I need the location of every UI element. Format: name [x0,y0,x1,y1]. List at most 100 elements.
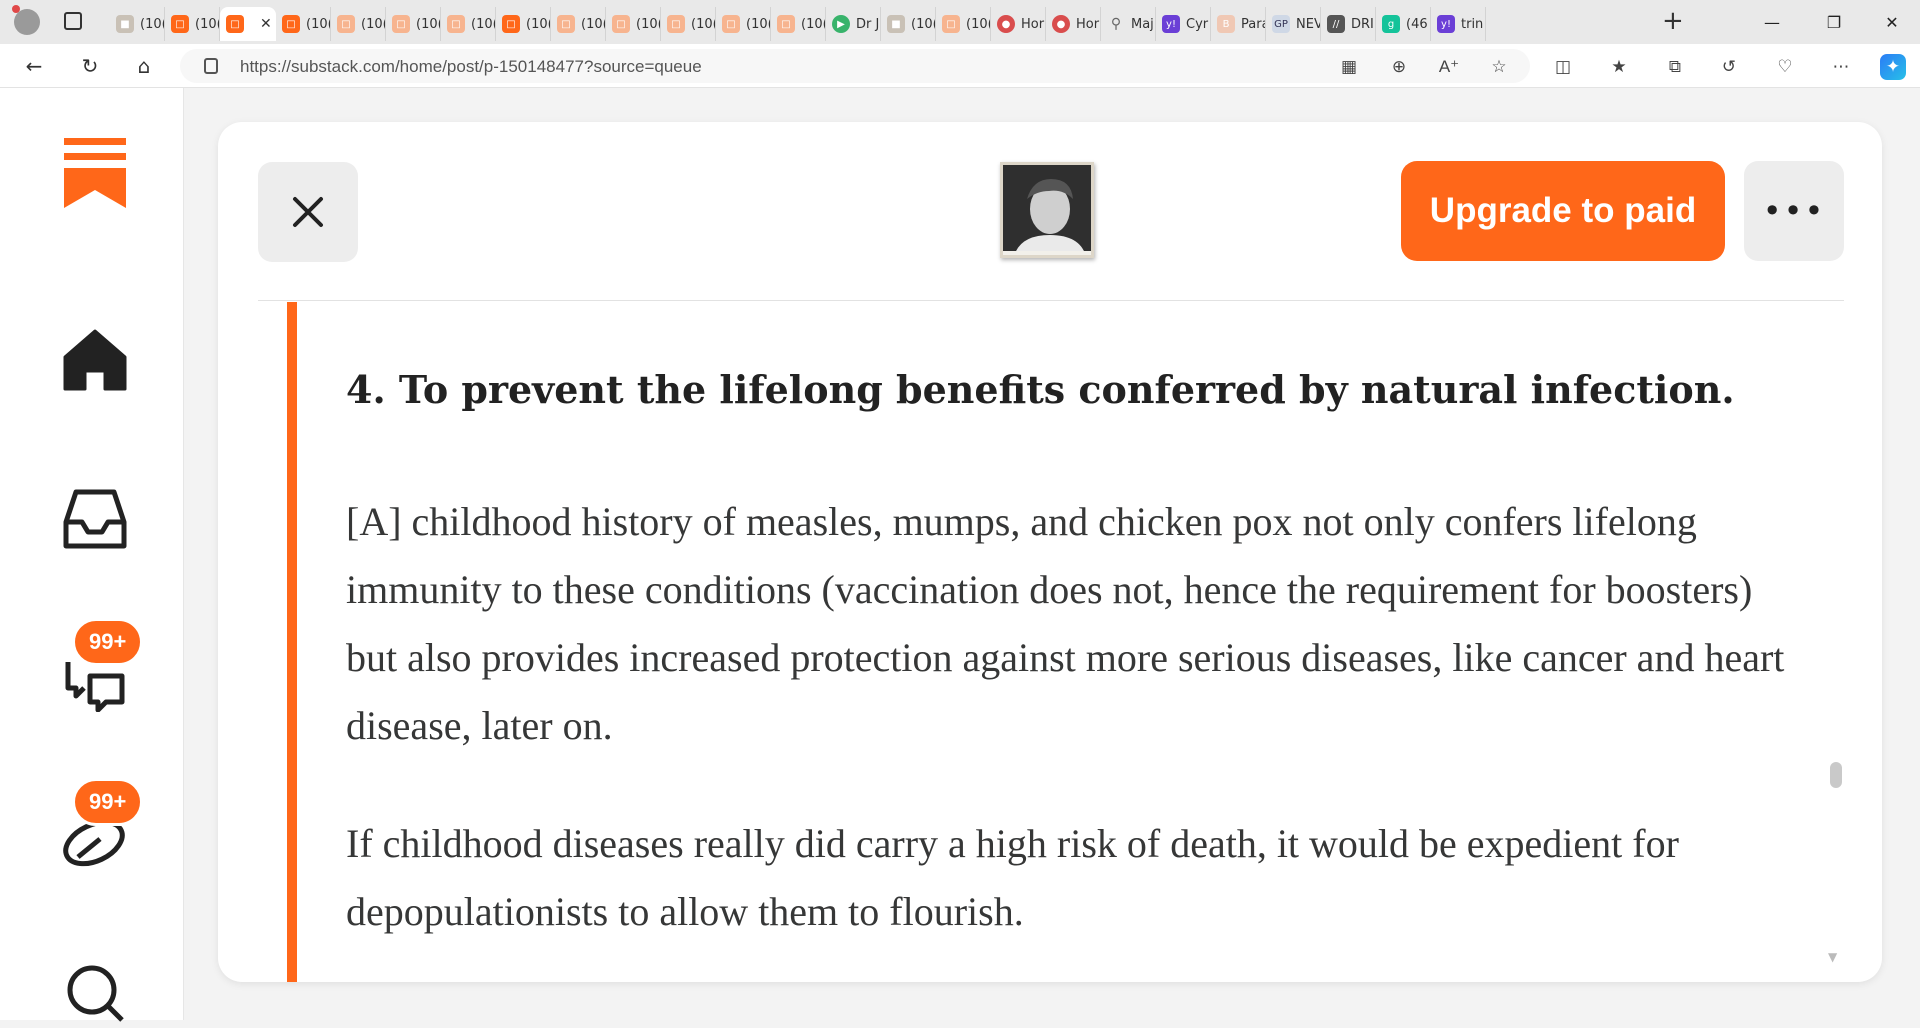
minimize-button[interactable]: — [1742,0,1802,44]
tab[interactable]: □ (10( [716,7,771,41]
tab[interactable]: □ (10( [331,7,386,41]
drudge-icon: // [1327,15,1345,33]
refresh-icon[interactable]: ↻ [74,50,106,82]
tab[interactable]: □ (10( [771,7,826,41]
zoom-icon[interactable]: ⊕ [1386,54,1412,80]
profile-icon: ● [997,15,1015,33]
favorites-icon[interactable]: ★ [1606,54,1632,80]
tab[interactable]: □ (10( [165,7,220,41]
substack-icon: □ [392,15,410,33]
tab[interactable]: □ (10( [441,7,496,41]
collections-icon[interactable]: ⧉ [1662,54,1688,80]
tab[interactable]: ⚲ Maj [1101,7,1156,41]
substack-icon: □ [667,15,685,33]
substack-icon: □ [777,15,795,33]
inbox-nav-icon[interactable] [60,485,130,555]
tab-label: NEV [1296,16,1321,32]
substack-logo-icon[interactable] [60,138,130,208]
header-divider [258,300,1844,301]
tab-actions-icon[interactable] [64,12,82,30]
tab-active[interactable]: □ ✕ [220,7,276,41]
close-window-button[interactable]: ✕ [1862,0,1920,44]
close-tab-icon[interactable]: ✕ [260,16,272,32]
tab[interactable]: □ (10( [551,7,606,41]
section-heading: 4. To prevent the lifelong benefits conf… [346,367,1735,412]
tab[interactable]: g (46 [1376,7,1431,41]
lock-icon[interactable] [204,58,218,74]
blockquote-bar [287,302,297,982]
home-nav-icon[interactable] [60,325,130,395]
tab[interactable]: ■ (10( [110,7,165,41]
read-aloud-icon[interactable]: A⁺ [1436,54,1462,80]
tab-list: ■ (10(□ (10(□ ✕ □ (10(□ (10(□ (10(□ (10(□ (10(□ (1… [110,0,1486,44]
substack-icon: □ [612,15,630,33]
tab[interactable]: ▶ Dr J [826,7,881,41]
body-paragraph: If childhood diseases really did carry a… [346,821,1679,934]
tab[interactable]: ● Hor [991,7,1046,41]
close-post-button[interactable] [258,162,358,262]
tab-label: (10( [361,16,386,32]
address-bar-row: ← ↻ ⌂ https://substack.com/home/post/p-1… [0,44,1920,88]
tab[interactable]: GP NEV [1266,7,1321,41]
tab[interactable]: // DRI [1321,7,1376,41]
substack-sidebar: 99+ 99+ [0,88,184,1022]
tab-label: (10( [471,16,496,32]
tab-label: (46 [1406,16,1428,32]
chat-count-badge: 99+ [72,618,144,666]
gp-icon: GP [1272,15,1290,33]
tab[interactable]: B Para [1211,7,1266,41]
profile-icon: ● [1052,15,1070,33]
substack-icon: □ [447,15,465,33]
restore-button[interactable]: ❐ [1804,0,1864,44]
new-tab-button[interactable]: + [1662,6,1684,36]
tab-label: (10( [691,16,716,32]
tab-label: (10( [306,16,331,32]
tab-label: Cyr [1186,16,1209,32]
search-icon: ⚲ [1110,16,1122,32]
back-arrow-icon[interactable]: ← [18,50,50,82]
more-options-button[interactable]: ••• [1744,161,1844,261]
home-icon[interactable]: ⌂ [128,50,160,82]
history-icon[interactable]: ↺ [1716,54,1742,80]
copilot-icon[interactable]: ✦ [1880,54,1906,80]
scrollbar-thumb[interactable] [1830,762,1842,788]
more-tools-icon[interactable]: ⋯ [1828,54,1854,80]
quote-paragraph: [A] childhood history of measles, mumps,… [346,499,1785,748]
tab-label: (10( [636,16,661,32]
browser-essentials-icon[interactable]: ♡ [1772,54,1798,80]
upgrade-to-paid-button[interactable]: Upgrade to paid [1401,161,1725,261]
scroll-down-arrow-icon[interactable]: ▼ [1828,950,1837,964]
tab-label: Para [1241,16,1265,32]
tab-label: DRI [1351,16,1374,32]
tab[interactable]: □ (10( [496,7,551,41]
split-screen-icon[interactable]: ◫ [1550,54,1576,80]
tab-label: (10( [526,16,551,32]
yahoo-icon: y! [1162,15,1180,33]
favorite-star-icon[interactable]: ☆ [1486,54,1512,80]
tab[interactable]: □ (10( [661,7,716,41]
substack-icon: □ [171,15,189,33]
author-avatar[interactable] [1000,162,1094,258]
tab-label: Hor [1021,16,1045,32]
substack-icon: □ [226,15,244,33]
tab-label: (10( [911,16,936,32]
tab[interactable]: y! Cyr [1156,7,1211,41]
tab[interactable]: ● Hor [1046,7,1101,41]
browser-tab-strip: ■ (10(□ (10(□ ✕ □ (10(□ (10(□ (10(□ (10(□ (10(□ (1… [0,0,1920,44]
tab[interactable]: y! trin [1431,7,1486,41]
play-icon: ▶ [832,15,850,33]
grammarly-icon: g [1382,15,1400,33]
tab-label: Hor [1076,16,1100,32]
tab[interactable]: □ (10( [606,7,661,41]
search-nav-icon[interactable] [60,958,130,1028]
tab[interactable]: □ (10( [936,7,991,41]
tab[interactable]: □ (10( [386,7,441,41]
tab-label: (10( [140,16,165,32]
tab[interactable]: ■ (10( [881,7,936,41]
app-available-icon[interactable]: ▦ [1336,54,1362,80]
substack-icon: □ [557,15,575,33]
url-text[interactable]: https://substack.com/home/post/p-1501484… [240,57,702,77]
tab[interactable]: □ (10( [276,7,331,41]
tab-label: Maj [1131,16,1154,32]
profile-icon[interactable] [12,5,40,35]
